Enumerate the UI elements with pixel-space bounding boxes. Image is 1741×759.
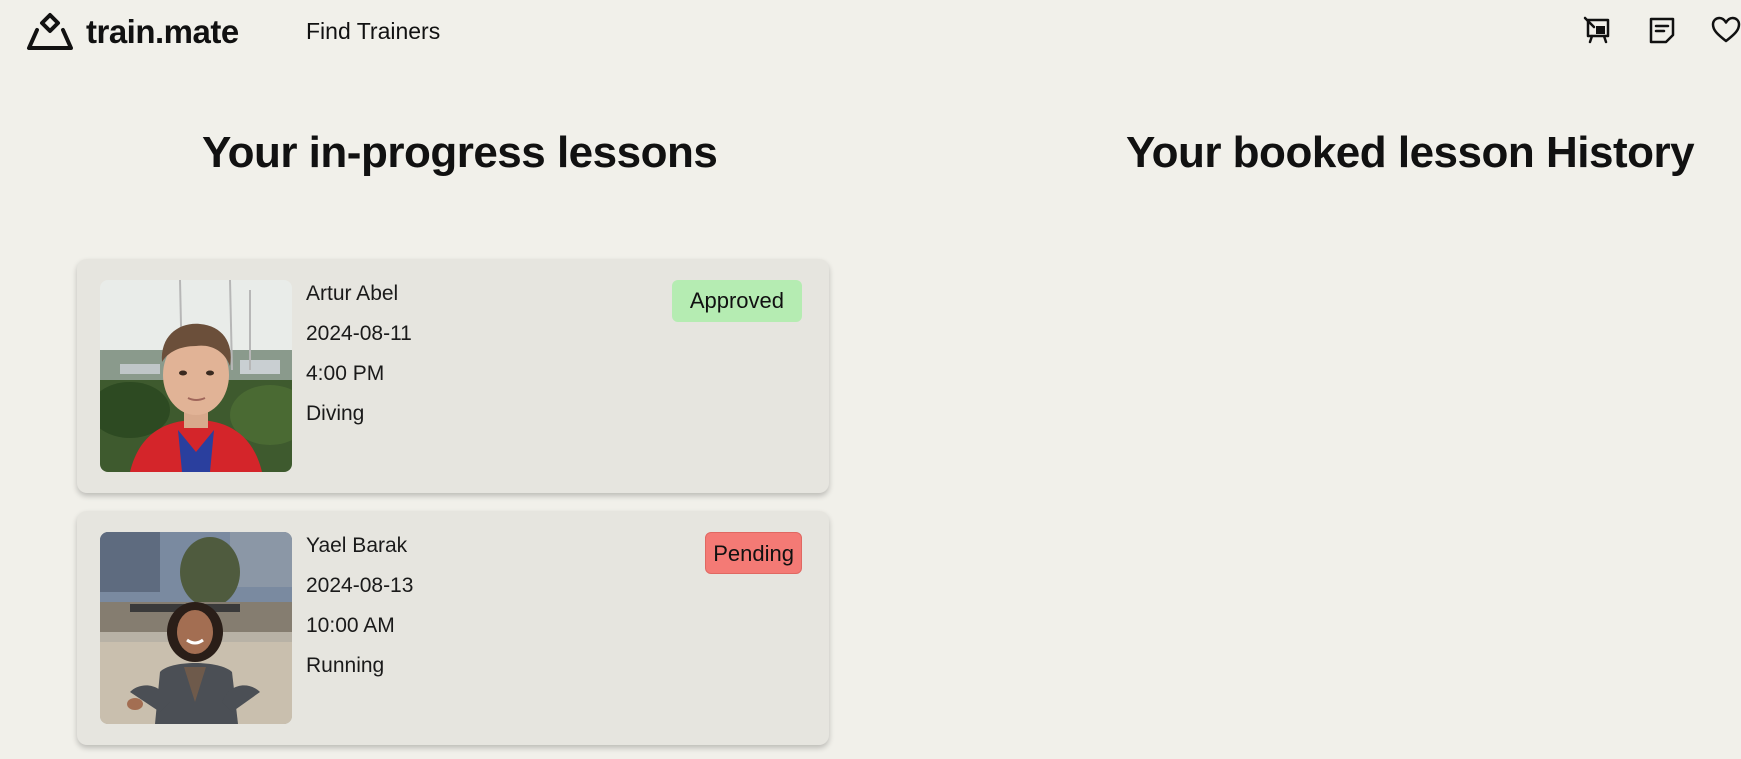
lesson-time: 10:00 AM [306, 614, 395, 637]
lesson-time: 4:00 PM [306, 362, 385, 385]
lesson-details: Artur Abel 2024-08-11 4:00 PM Diving [306, 280, 412, 440]
lesson-sport: Running [306, 654, 385, 677]
logo-text: train.mate [86, 13, 239, 50]
messages-icon[interactable] [1646, 14, 1678, 46]
lesson-sport: Diving [306, 402, 365, 425]
trainer-photo [100, 280, 292, 472]
trainer-photo [100, 532, 292, 724]
trainer-name: Yael Barak [306, 534, 408, 557]
favorites-heart-icon[interactable] [1710, 14, 1741, 46]
lesson-card[interactable]: Artur Abel 2024-08-11 4:00 PM Diving App… [77, 259, 829, 493]
logo-icon [27, 13, 73, 50]
top-navigation-bar: train.mate Find Trainers [0, 0, 1741, 68]
in-progress-lessons-title: Your in-progress lessons [202, 128, 718, 177]
lesson-details: Yael Barak 2024-08-13 10:00 AM Running [306, 532, 413, 692]
find-trainers-link[interactable]: Find Trainers [306, 18, 440, 45]
brand-logo[interactable]: train.mate [26, 12, 239, 52]
lesson-card[interactable]: Yael Barak 2024-08-13 10:00 AM Running P… [77, 511, 829, 745]
trainer-portrait-image [100, 280, 292, 472]
lesson-board-icon[interactable] [1582, 14, 1614, 46]
trainer-name: Artur Abel [306, 282, 399, 305]
header-actions [1582, 14, 1741, 46]
trainer-portrait-image [100, 532, 292, 724]
lesson-date: 2024-08-11 [306, 322, 412, 345]
booked-lesson-history-title: Your booked lesson History [1126, 128, 1695, 177]
lesson-date: 2024-08-13 [306, 574, 414, 597]
status-badge: Approved [671, 280, 802, 322]
status-badge: Pending [705, 532, 802, 574]
